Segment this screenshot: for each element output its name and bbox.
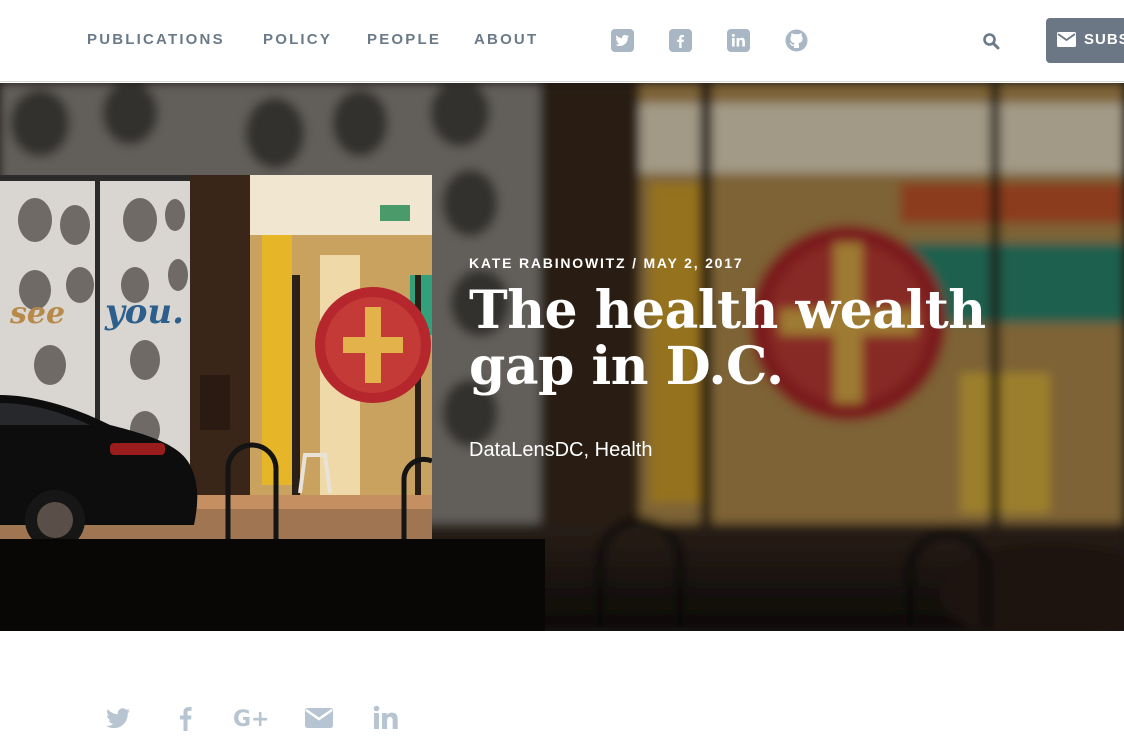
facebook-share-icon[interactable] bbox=[172, 704, 200, 732]
linkedin-share-icon[interactable] bbox=[373, 704, 401, 732]
article-byline: KATE RABINOWITZ / MAY 2, 2017 bbox=[469, 255, 744, 271]
subscribe-label: SUBS bbox=[1084, 31, 1124, 48]
top-navigation: PUBLICATIONS POLICY PEOPLE ABOUT SUBS bbox=[0, 0, 1124, 82]
google-plus-share-icon[interactable]: G+ bbox=[233, 704, 273, 732]
twitter-icon[interactable] bbox=[611, 29, 634, 52]
article-hero: see you. KATE RABINOWITZ / MAY 2, 2017 T… bbox=[0, 83, 1124, 631]
nav-about[interactable]: ABOUT bbox=[474, 31, 538, 48]
facebook-icon[interactable] bbox=[669, 29, 692, 52]
tag-separator: , bbox=[583, 439, 595, 461]
tag-datalensdc[interactable]: DataLensDC bbox=[469, 439, 584, 461]
svg-text:see: see bbox=[9, 296, 65, 331]
nav-people[interactable]: PEOPLE bbox=[367, 31, 441, 48]
article-tags: DataLensDC, Health bbox=[469, 439, 652, 462]
article-title: The health wealth gap in D.C. bbox=[469, 280, 986, 397]
envelope-icon bbox=[1057, 32, 1076, 51]
tag-health[interactable]: Health bbox=[595, 439, 653, 461]
nav-policy[interactable]: POLICY bbox=[263, 31, 332, 48]
email-share-icon[interactable] bbox=[304, 704, 334, 732]
linkedin-icon[interactable] bbox=[727, 29, 750, 52]
twitter-share-icon[interactable] bbox=[104, 704, 132, 732]
hero-shadow-band bbox=[0, 539, 545, 631]
svg-text:you.: you. bbox=[104, 292, 184, 332]
nav-publications[interactable]: PUBLICATIONS bbox=[87, 31, 225, 48]
article-thumbnail-image: see you. bbox=[0, 175, 432, 539]
search-icon[interactable] bbox=[982, 32, 1000, 50]
github-icon[interactable] bbox=[785, 29, 808, 52]
google-plus-text: G+ bbox=[233, 707, 270, 732]
subscribe-button[interactable]: SUBS bbox=[1046, 18, 1124, 63]
